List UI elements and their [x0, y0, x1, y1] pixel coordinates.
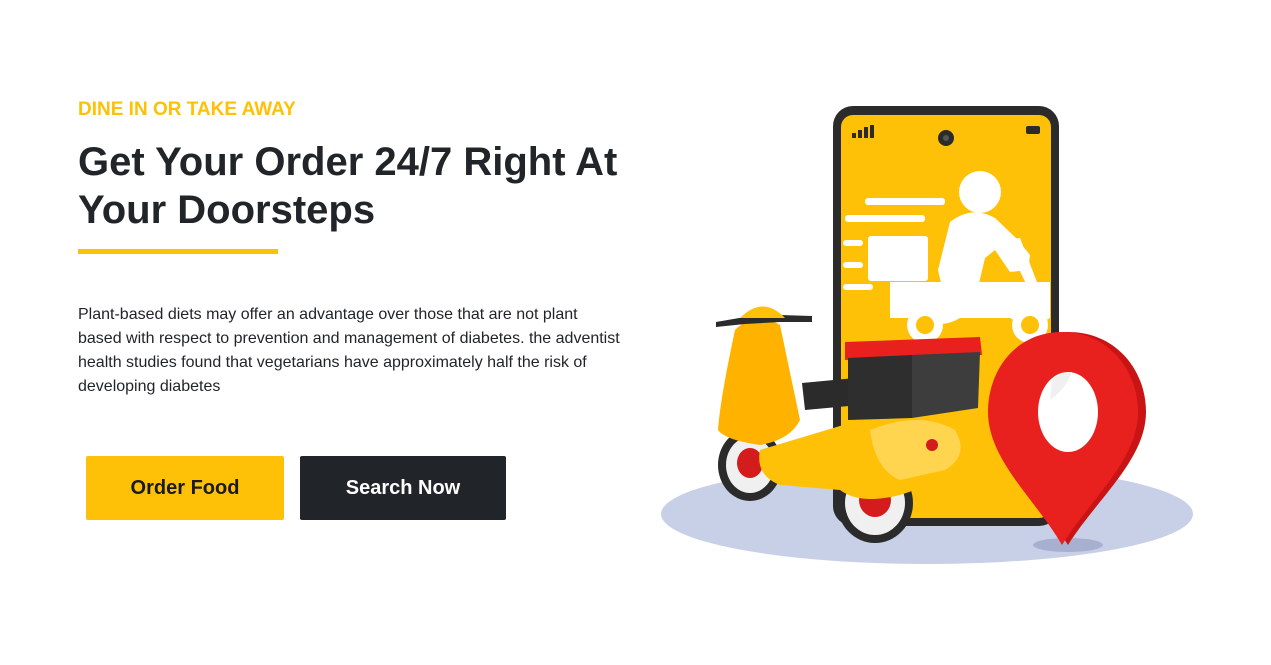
- title-underline: [78, 249, 278, 254]
- hero-description: Plant-based diets may offer an advantage…: [78, 306, 620, 395]
- hero-eyebrow: DINE IN OR TAKE AWAY: [78, 99, 296, 120]
- order-food-button[interactable]: Order Food: [86, 456, 284, 520]
- search-now-button[interactable]: Search Now: [300, 456, 506, 520]
- hero-section: DINE IN OR TAKE AWAY Get Your Order 24/7…: [0, 0, 1271, 665]
- delivery-illustration: [661, 106, 1193, 564]
- hero-title: Get Your Order 24/7 Right At Your Doorst…: [78, 140, 618, 232]
